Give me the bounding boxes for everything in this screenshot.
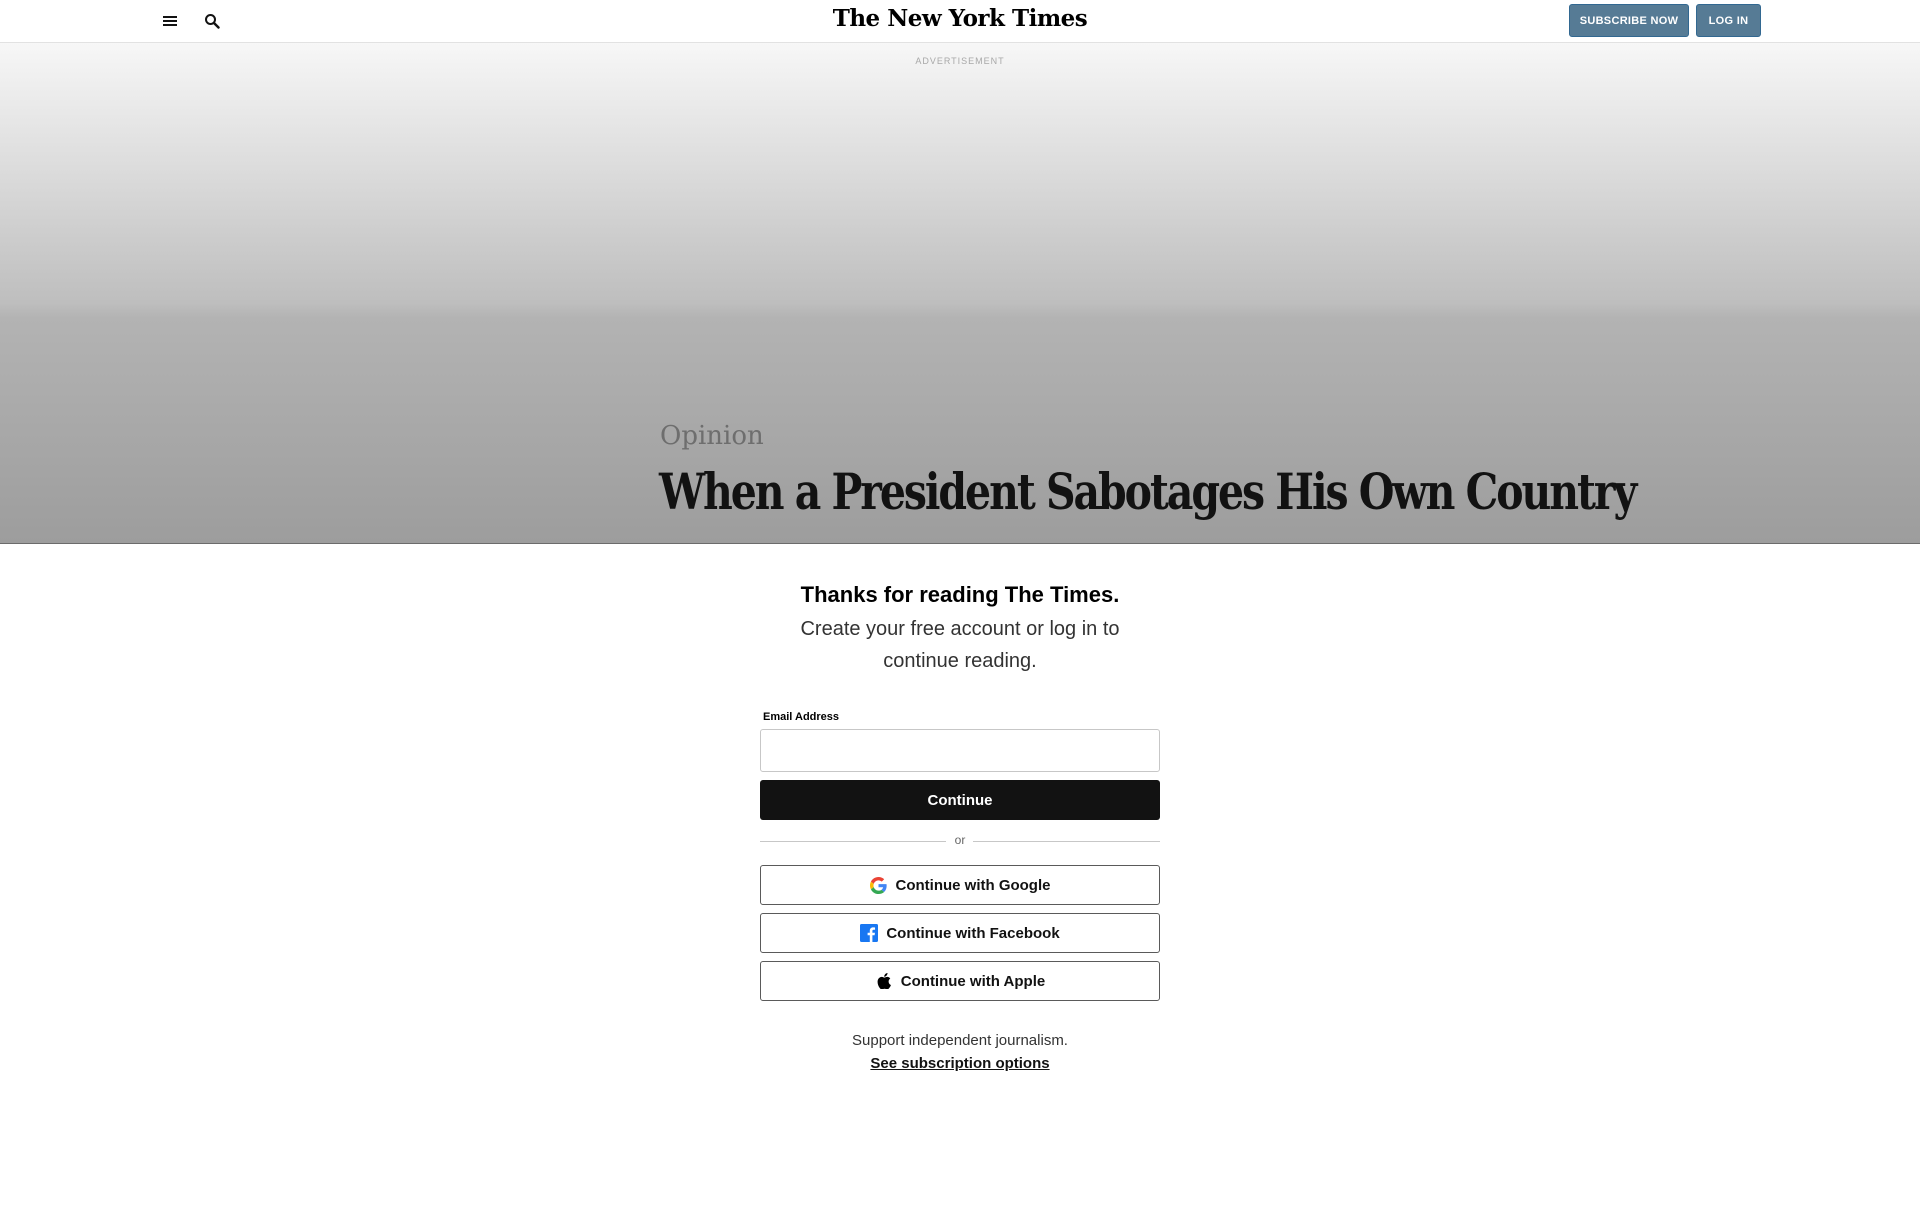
- google-icon: [870, 876, 888, 894]
- apple-icon: [875, 972, 893, 990]
- subscription-options-link[interactable]: See subscription options: [0, 1055, 1920, 1072]
- subscribe-now-button[interactable]: SUBSCRIBE NOW: [1569, 4, 1689, 37]
- email-field[interactable]: [760, 729, 1160, 772]
- or-divider: or: [760, 833, 1160, 848]
- section-label: Opinion: [660, 421, 764, 451]
- advertisement-label: ADVERTISEMENT: [915, 56, 1005, 66]
- modal-subtitle: Create your free account or log in to co…: [800, 618, 1120, 672]
- log-in-button[interactable]: LOG IN: [1696, 4, 1761, 37]
- apple-button-label: Continue with Apple: [900, 972, 1046, 990]
- login-wall-panel: Thanks for reading The Times. Create you…: [0, 543, 1920, 1212]
- continue-with-google-button[interactable]: Continue with Google: [760, 865, 1160, 905]
- facebook-icon: [860, 924, 879, 942]
- or-text: or: [954, 833, 966, 847]
- facebook-button-label: Continue with Facebook: [886, 924, 1060, 942]
- continue-button[interactable]: Continue: [760, 780, 1160, 820]
- article-headline: When a President Sabotages His Own Count…: [659, 462, 1637, 521]
- top-bar: The New York Times SUBSCRIBE NOW LOG IN: [0, 0, 1920, 43]
- continue-with-facebook-button[interactable]: Continue with Facebook: [760, 913, 1160, 953]
- google-button-label: Continue with Google: [895, 876, 1051, 894]
- divider-line-right: [973, 841, 1160, 842]
- email-label: Email Address: [763, 711, 840, 723]
- continue-with-apple-button[interactable]: Continue with Apple: [760, 961, 1160, 1001]
- modal-title: Thanks for reading The Times.: [800, 582, 1120, 607]
- article-backdrop: ADVERTISEMENT Opinion When a President S…: [0, 43, 1920, 543]
- support-text: Support independent journalism.: [852, 1032, 1068, 1049]
